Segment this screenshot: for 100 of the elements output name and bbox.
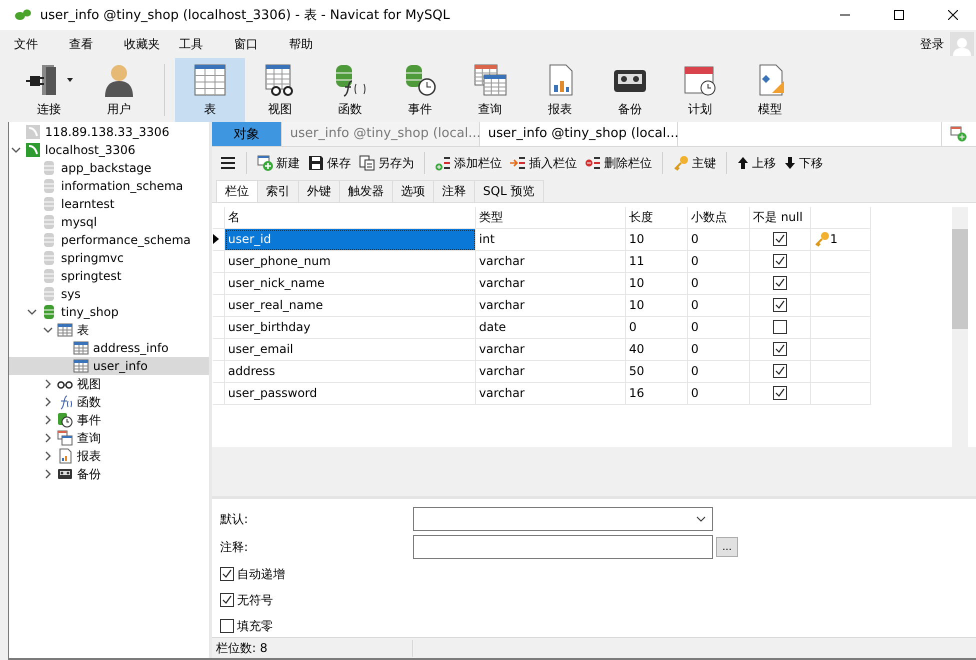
checkbox[interactable] bbox=[773, 232, 787, 246]
tree-item[interactable]: mysql bbox=[61, 215, 97, 229]
expand-chevron-icon[interactable] bbox=[43, 397, 53, 407]
tree-item[interactable]: tiny_shop bbox=[61, 305, 119, 319]
tab[interactable]: 栏位 bbox=[216, 180, 258, 202]
menu-icon[interactable] bbox=[220, 156, 236, 170]
tree-item[interactable]: 视图 bbox=[77, 376, 101, 392]
table-cell[interactable]: 10 bbox=[626, 272, 688, 295]
column-header[interactable]: 名 bbox=[225, 206, 476, 229]
table-cell[interactable]: 0 bbox=[688, 338, 750, 361]
table-cell[interactable]: 1 bbox=[811, 228, 871, 251]
document-tab[interactable]: user_info @tiny_shop (local... bbox=[282, 122, 480, 146]
toolbar-button[interactable]: 查询 bbox=[455, 58, 525, 122]
column-header[interactable]: 长度 bbox=[626, 206, 688, 229]
menu-item[interactable]: 帮助 bbox=[289, 36, 344, 52]
toolbar-button[interactable]: 表 bbox=[175, 58, 245, 122]
tree-item[interactable]: 函数 bbox=[77, 394, 101, 410]
login-link[interactable]: 登录 bbox=[920, 36, 944, 52]
tree-item[interactable]: 表 bbox=[77, 322, 89, 338]
toolbar-action[interactable]: 主键 bbox=[673, 154, 716, 172]
toolbar-button[interactable]: 报表 bbox=[525, 58, 595, 122]
collapse-chevron-icon[interactable] bbox=[43, 325, 53, 335]
checkbox[interactable] bbox=[220, 567, 234, 582]
table-cell[interactable]: 0 bbox=[688, 360, 750, 383]
column-header[interactable]: 不是 null bbox=[750, 206, 811, 229]
menu-item[interactable]: 窗口 bbox=[234, 36, 289, 52]
tree-item[interactable]: 查询 bbox=[77, 430, 101, 446]
checkbox[interactable] bbox=[773, 254, 787, 268]
toolbar-button[interactable]: 模型 bbox=[735, 58, 805, 122]
expand-chevron-icon[interactable] bbox=[43, 433, 53, 443]
toolbar-action[interactable]: 添加栏位 bbox=[435, 154, 502, 172]
table-cell[interactable] bbox=[811, 338, 871, 361]
table-cell[interactable]: address bbox=[225, 360, 476, 383]
checkbox[interactable] bbox=[220, 593, 234, 608]
toolbar-button[interactable]: 事件 bbox=[385, 58, 455, 122]
table-cell[interactable]: 10 bbox=[626, 228, 688, 251]
tree-item[interactable]: performance_schema bbox=[61, 233, 191, 247]
toolbar-button[interactable]: 连接 bbox=[14, 58, 84, 122]
toolbar-action[interactable]: 保存 bbox=[308, 154, 351, 172]
toolbar-button[interactable]: 计划 bbox=[665, 58, 735, 122]
checkbox[interactable] bbox=[773, 364, 787, 378]
close-icon[interactable] bbox=[948, 10, 958, 20]
column-header[interactable]: 类型 bbox=[476, 206, 626, 229]
tree-item[interactable]: 备份 bbox=[77, 466, 101, 482]
table-cell[interactable]: 0 bbox=[688, 316, 750, 339]
table-cell[interactable]: user_password bbox=[225, 382, 476, 405]
table-cell[interactable] bbox=[811, 360, 871, 383]
tree-item[interactable]: springmvc bbox=[61, 251, 124, 265]
table-cell[interactable]: 10 bbox=[626, 294, 688, 317]
maximize-icon[interactable] bbox=[894, 10, 904, 20]
menu-item[interactable]: 文件 bbox=[14, 36, 69, 52]
table-cell[interactable]: date bbox=[476, 316, 626, 339]
table-cell[interactable]: user_birthday bbox=[225, 316, 476, 339]
document-tab[interactable]: 对象 bbox=[212, 122, 282, 146]
add-query-icon[interactable] bbox=[950, 126, 968, 142]
collapse-chevron-icon[interactable] bbox=[11, 145, 21, 155]
table-cell[interactable] bbox=[811, 294, 871, 317]
table-cell[interactable]: int bbox=[476, 228, 626, 251]
table-cell[interactable]: 0 bbox=[688, 250, 750, 273]
table-cell[interactable]: 16 bbox=[626, 382, 688, 405]
table-cell[interactable]: 11 bbox=[626, 250, 688, 273]
menu-item[interactable]: 收藏夹 bbox=[124, 36, 179, 52]
tree-item[interactable]: address_info bbox=[93, 341, 169, 355]
table-cell[interactable]: 0 bbox=[688, 272, 750, 295]
table-cell[interactable]: varchar bbox=[476, 382, 626, 405]
checkbox[interactable] bbox=[773, 298, 787, 312]
expand-chevron-icon[interactable] bbox=[43, 415, 53, 425]
table-cell[interactable]: 50 bbox=[626, 360, 688, 383]
tree-item[interactable]: springtest bbox=[61, 269, 122, 283]
table-cell[interactable] bbox=[811, 250, 871, 273]
table-cell[interactable] bbox=[811, 382, 871, 405]
tab[interactable]: SQL 预览 bbox=[474, 180, 544, 202]
toolbar-action[interactable]: 下移 bbox=[784, 154, 823, 172]
table-cell[interactable]: varchar bbox=[476, 272, 626, 295]
table-cell[interactable]: varchar bbox=[476, 338, 626, 361]
table-cell[interactable]: 0 bbox=[688, 382, 750, 405]
checkbox[interactable] bbox=[773, 342, 787, 356]
toolbar-action[interactable]: 上移 bbox=[737, 154, 776, 172]
tree-item[interactable]: information_schema bbox=[61, 179, 184, 193]
column-header[interactable]: 小数点 bbox=[688, 206, 750, 229]
toolbar-button[interactable]: 备份 bbox=[595, 58, 665, 122]
menu-item[interactable]: 工具 bbox=[179, 36, 234, 52]
table-cell[interactable]: user_real_name bbox=[225, 294, 476, 317]
expand-chevron-icon[interactable] bbox=[43, 379, 53, 389]
expand-chevron-icon[interactable] bbox=[43, 451, 53, 461]
caret-icon[interactable] bbox=[66, 76, 74, 82]
table-cell[interactable]: varchar bbox=[476, 250, 626, 273]
tree-item[interactable]: localhost_3306 bbox=[45, 143, 136, 157]
expand-chevron-icon[interactable] bbox=[43, 469, 53, 479]
comment-field[interactable] bbox=[413, 535, 713, 560]
tree-item[interactable]: 118.89.138.33_3306 bbox=[45, 125, 170, 139]
collapse-chevron-icon[interactable] bbox=[27, 307, 37, 317]
tree-item[interactable]: learntest bbox=[61, 197, 114, 211]
table-cell[interactable]: varchar bbox=[476, 294, 626, 317]
toolbar-action[interactable]: 删除栏位 bbox=[585, 154, 652, 172]
scrollbar[interactable] bbox=[952, 206, 968, 448]
toolbar-action[interactable]: 插入栏位 bbox=[510, 154, 577, 172]
table-cell[interactable] bbox=[811, 316, 871, 339]
menu-item[interactable]: 查看 bbox=[69, 36, 124, 52]
tree-item[interactable]: sys bbox=[61, 287, 81, 301]
